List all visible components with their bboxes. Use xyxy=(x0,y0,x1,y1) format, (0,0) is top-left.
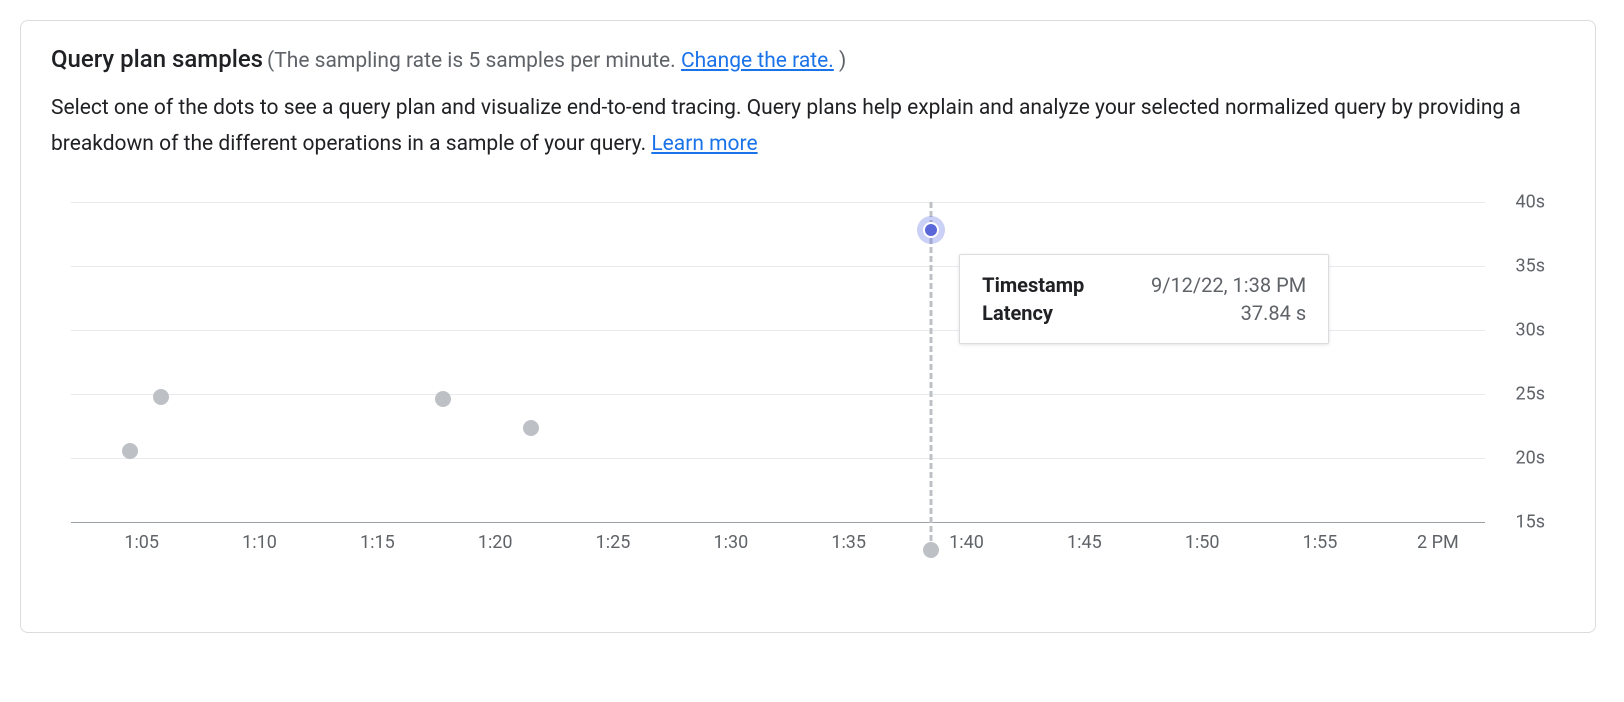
card-description: Select one of the dots to see a query pl… xyxy=(51,91,1531,162)
x-axis-label: 1:35 xyxy=(831,532,866,553)
y-axis-label: 25s xyxy=(1515,384,1545,405)
learn-more-link[interactable]: Learn more xyxy=(651,132,757,156)
x-axis-label: 2 PM xyxy=(1417,532,1459,553)
sampling-rate-note: (The sampling rate is 5 samples per minu… xyxy=(267,49,846,73)
x-axis-label: 1:55 xyxy=(1303,532,1338,553)
x-axis-labels: 1:05 1:10 1:15 1:20 1:25 1:30 1:35 1:40 1:45 1:50… xyxy=(71,532,1485,562)
query-plan-samples-card: Query plan samples (The sampling rate is… xyxy=(20,20,1596,633)
x-axis-label: 1:05 xyxy=(124,532,159,553)
tooltip-timestamp-label: Timestamp xyxy=(982,273,1084,297)
y-axis-label: 20s xyxy=(1515,448,1545,469)
x-axis-label: 1:10 xyxy=(242,532,277,553)
tooltip-latency-value: 37.84 s xyxy=(1241,301,1307,325)
crosshair-line xyxy=(930,202,933,550)
card-title: Query plan samples xyxy=(51,45,263,73)
sample-dot[interactable] xyxy=(435,391,451,407)
y-axis-label: 35s xyxy=(1515,256,1545,277)
latency-chart: 15s20s25s30s35s40sTimestamp9/12/22, 1:38… xyxy=(51,202,1565,602)
gridline xyxy=(71,458,1485,459)
change-rate-link[interactable]: Change the rate. xyxy=(681,49,834,73)
sample-dot-selected-inner[interactable] xyxy=(923,222,939,238)
gridline xyxy=(71,202,1485,203)
card-header: Query plan samples (The sampling rate is… xyxy=(51,45,1565,73)
y-axis-label: 40s xyxy=(1515,192,1545,213)
sample-dot[interactable] xyxy=(122,443,138,459)
datapoint-tooltip: Timestamp 9/12/22, 1:38 PM Latency 37.84 s xyxy=(959,254,1329,344)
y-axis-label: 30s xyxy=(1515,320,1545,341)
gridline xyxy=(71,394,1485,395)
gridline xyxy=(71,522,1485,523)
x-axis-label: 1:15 xyxy=(360,532,395,553)
x-axis-label: 1:45 xyxy=(1067,532,1102,553)
x-axis-label: 1:50 xyxy=(1185,532,1220,553)
x-axis-label: 1:30 xyxy=(714,532,749,553)
sample-dot[interactable] xyxy=(523,420,539,436)
plot-area[interactable]: 15s20s25s30s35s40sTimestamp9/12/22, 1:38… xyxy=(71,202,1485,522)
x-axis-label: 1:40 xyxy=(949,532,984,553)
y-axis-label: 15s xyxy=(1515,512,1545,533)
x-axis-label: 1:25 xyxy=(596,532,631,553)
tooltip-timestamp-value: 9/12/22, 1:38 PM xyxy=(1151,273,1306,297)
x-axis-label: 1:20 xyxy=(478,532,513,553)
sample-dot[interactable] xyxy=(153,389,169,405)
tooltip-latency-label: Latency xyxy=(982,301,1053,325)
